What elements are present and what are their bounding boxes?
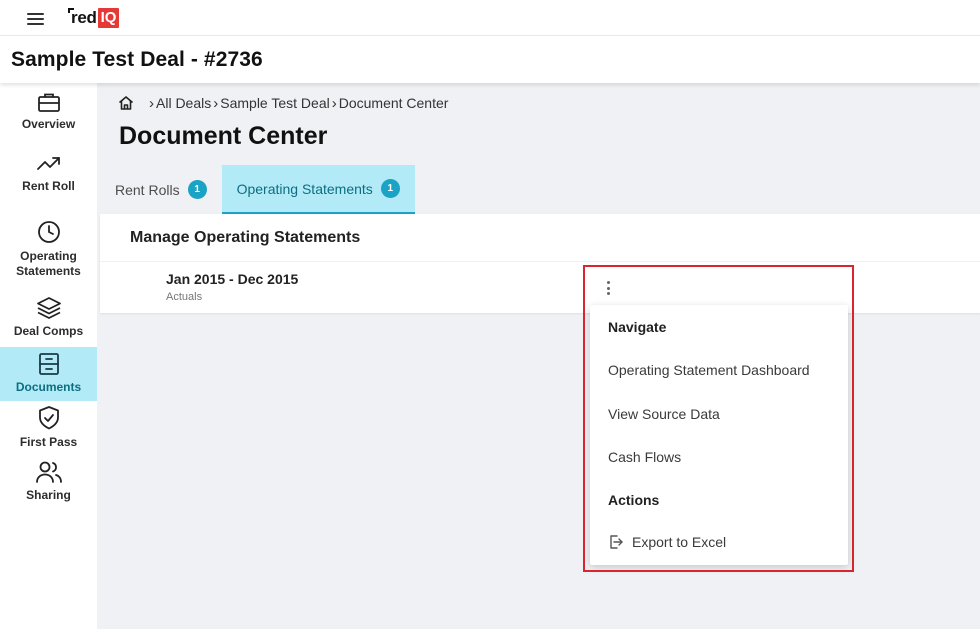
hamburger-menu-icon[interactable] <box>27 12 44 26</box>
menu-item-cash-flows[interactable]: Cash Flows <box>590 449 848 465</box>
operating-statements-panel: Manage Operating Statements Jan 2015 - D… <box>100 214 980 313</box>
sidebar-item-deal-comps[interactable]: Deal Comps <box>0 296 97 339</box>
sidebar-item-sharing[interactable]: Sharing <box>0 460 97 503</box>
home-icon[interactable] <box>117 94 135 112</box>
sidebar-nav: Overview Rent Roll Operating Statements … <box>0 83 97 629</box>
breadcrumb-sample-test-deal[interactable]: › Sample Test Deal <box>211 95 329 112</box>
menu-item-export-to-excel[interactable]: Export to Excel <box>590 534 848 550</box>
sidebar-item-label: Rent Roll <box>22 179 75 193</box>
clock-icon <box>37 221 60 243</box>
trend-up-icon <box>36 157 60 170</box>
more-options-icon[interactable] <box>603 279 613 297</box>
chevron-right-icon: › <box>213 94 219 112</box>
menu-item-view-source-data[interactable]: View Source Data <box>590 406 848 422</box>
statement-options-menu: Navigate Operating Statement Dashboard V… <box>590 305 848 565</box>
tab-operating-statements[interactable]: Operating Statements 1 <box>221 165 415 214</box>
statement-type: Actuals <box>166 291 203 303</box>
deal-title: Sample Test Deal - #2736 <box>11 48 263 71</box>
sidebar-item-label: First Pass <box>19 435 78 449</box>
sidebar-item-overview[interactable]: Overview <box>0 91 97 132</box>
tab-rent-rolls[interactable]: Rent Rolls 1 <box>100 165 222 214</box>
logo-badge: IQ <box>97 8 120 28</box>
briefcase-icon <box>37 93 60 112</box>
menu-item-label: Export to Excel <box>632 534 727 550</box>
breadcrumb-document-center: › Document Center <box>331 94 449 112</box>
layers-icon <box>36 297 61 319</box>
chevron-right-icon: › <box>331 94 337 112</box>
sidebar-item-label: Operating Statements <box>16 249 81 278</box>
panel-heading: Manage Operating Statements <box>130 229 361 246</box>
export-icon <box>610 535 623 549</box>
sidebar-item-first-pass[interactable]: First Pass <box>0 405 97 450</box>
sidebar-item-label: Overview <box>21 117 76 131</box>
rediq-logo[interactable]: red IQ <box>68 6 120 28</box>
chevron-right-icon: › <box>149 94 154 112</box>
sidebar-item-documents[interactable]: Documents <box>0 347 97 401</box>
file-cabinet-icon <box>38 353 59 375</box>
document-tabs: Rent Rolls 1 Operating Statements 1 <box>100 165 415 214</box>
page-title: Document Center <box>119 122 328 150</box>
sidebar-item-rent-roll[interactable]: Rent Roll <box>0 153 97 194</box>
tab-count-badge: 1 <box>187 180 207 199</box>
shield-check-icon <box>38 406 59 430</box>
tab-label: Rent Rolls <box>115 181 180 198</box>
menu-section-actions: Actions <box>608 492 660 508</box>
tab-count-badge: 1 <box>380 179 400 198</box>
breadcrumb: › All Deals › Sample Test Deal › Document C… <box>117 94 448 112</box>
menu-section-navigate: Navigate <box>608 319 667 335</box>
sidebar-item-operating-statements[interactable]: Operating Statements <box>0 219 97 279</box>
statement-period[interactable]: Jan 2015 - Dec 2015 <box>166 271 298 287</box>
logo-text: red <box>71 8 97 27</box>
breadcrumb-all-deals[interactable]: › All Deals <box>147 95 211 112</box>
sidebar-item-label: Documents <box>15 380 82 394</box>
menu-item-operating-statement-dashboard[interactable]: Operating Statement Dashboard <box>590 362 848 378</box>
tab-label: Operating Statements <box>236 180 373 197</box>
users-icon <box>35 461 62 483</box>
sidebar-item-label: Deal Comps <box>13 324 84 338</box>
sidebar-item-label: Sharing <box>26 488 71 502</box>
top-bar: red IQ <box>0 0 980 36</box>
divider <box>100 261 980 262</box>
deal-title-bar: Sample Test Deal - #2736 <box>0 36 980 83</box>
